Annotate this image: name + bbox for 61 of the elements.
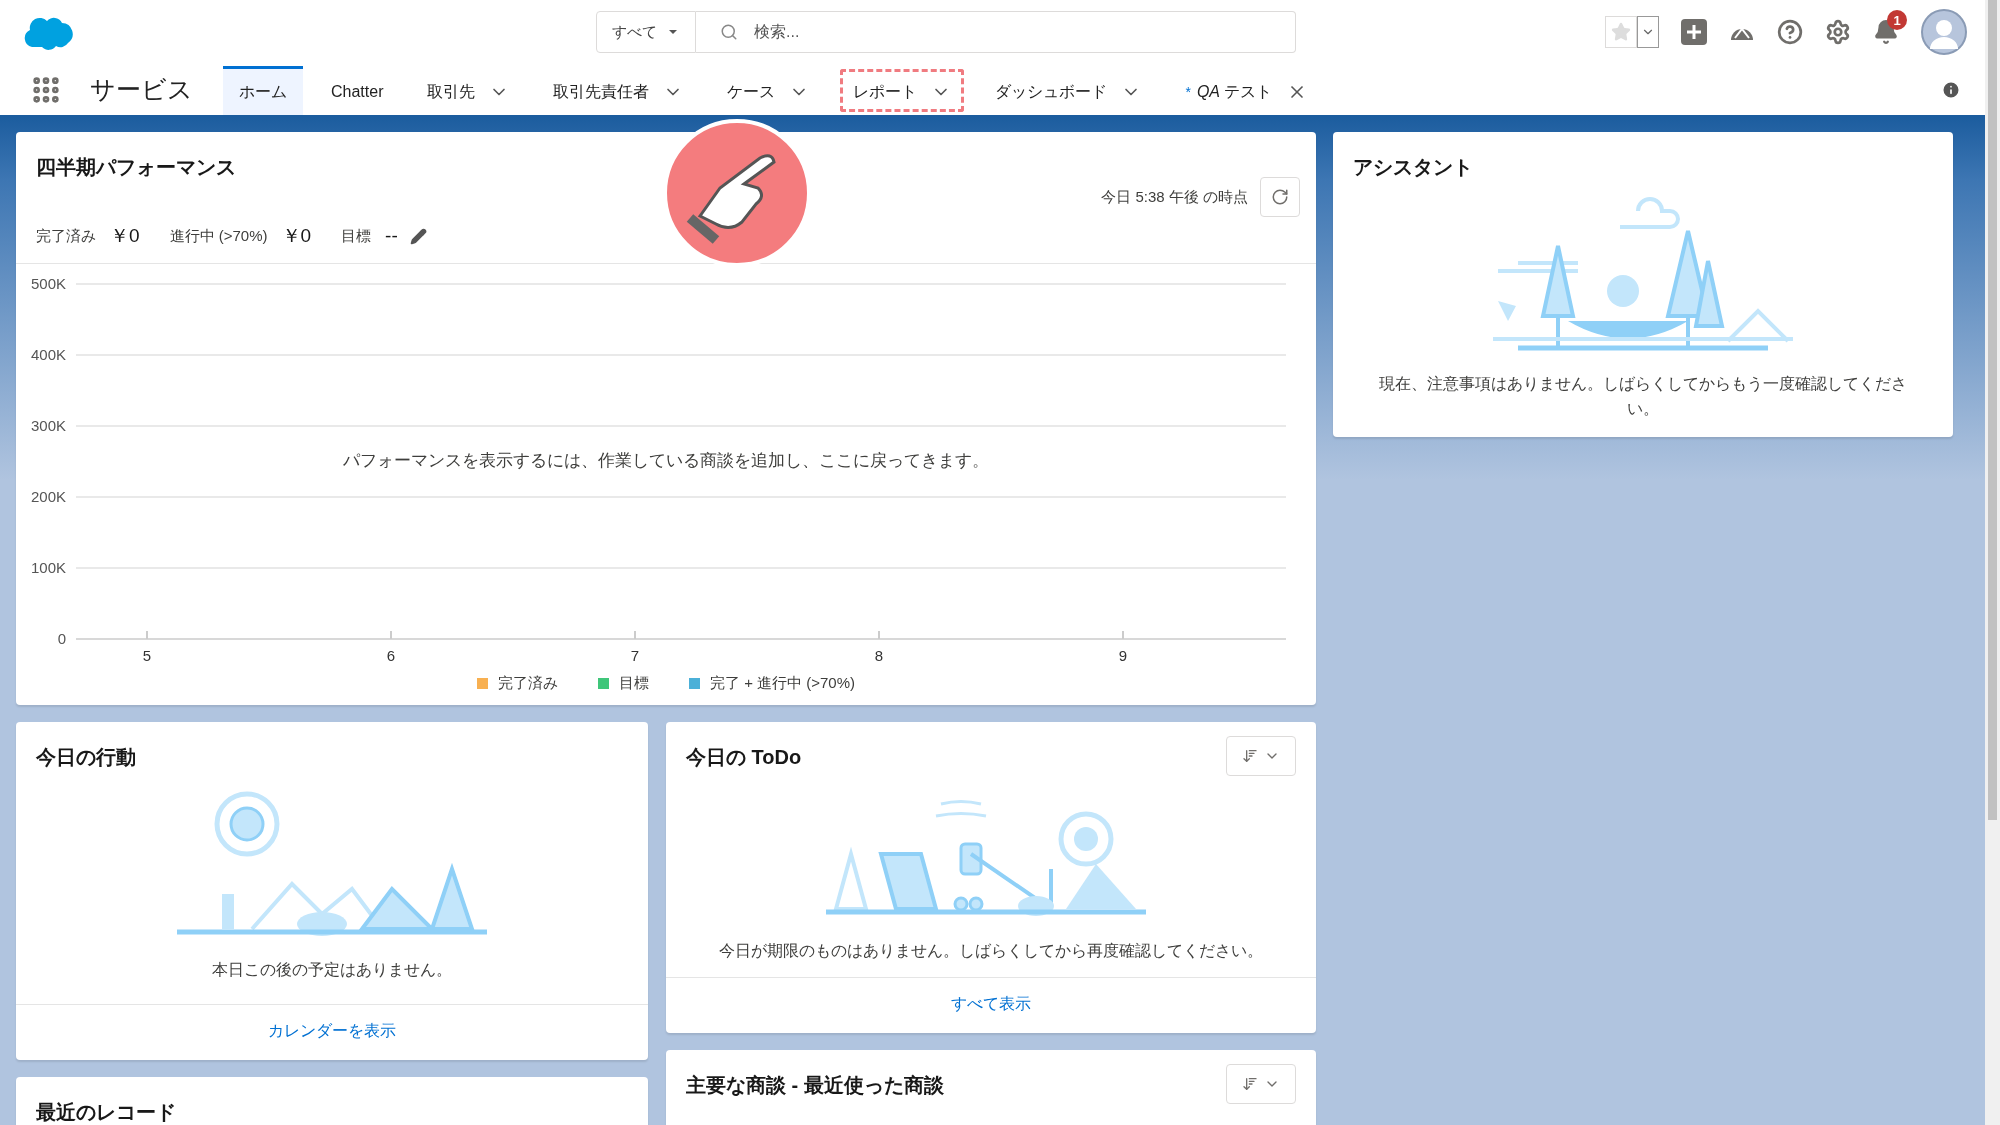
metric-label: 完了済み bbox=[36, 226, 96, 246]
view-all-link[interactable]: すべて表示 bbox=[951, 994, 1031, 1015]
nav-tab[interactable]: Chatter bbox=[315, 66, 400, 115]
axis-label: 200K bbox=[30, 488, 66, 505]
metric-value: ￥0 bbox=[110, 224, 140, 248]
card-title: 主要な商談 - 最近使った商談 bbox=[685, 1073, 945, 1098]
card-title: 今日の ToDo bbox=[685, 745, 803, 770]
nav-tab[interactable]: ダッシュボード bbox=[979, 66, 1158, 115]
axis-label: 6 bbox=[386, 647, 396, 664]
axis-label: 7 bbox=[630, 647, 640, 664]
nav-tab[interactable]: ケース bbox=[711, 66, 826, 115]
search-field[interactable]: 検索... bbox=[696, 11, 1296, 53]
refresh-icon bbox=[1271, 188, 1289, 206]
sort-icon bbox=[1242, 748, 1258, 764]
axis-label: 9 bbox=[1118, 647, 1128, 664]
card-title: 今日の行動 bbox=[35, 745, 137, 770]
legend-label: 完了済み bbox=[497, 674, 558, 693]
help-icon[interactable] bbox=[1777, 19, 1803, 45]
axis-label: 5 bbox=[142, 647, 152, 664]
app-name: サービス bbox=[90, 74, 193, 105]
notifications-button[interactable]: 1 bbox=[1873, 10, 1907, 45]
nav-tab[interactable]: ホーム bbox=[223, 66, 303, 115]
star-icon bbox=[1611, 22, 1631, 42]
refresh-button[interactable] bbox=[1260, 177, 1300, 217]
info-icon[interactable] bbox=[1941, 79, 1961, 100]
pencil-icon[interactable] bbox=[409, 227, 427, 245]
axis-label: 300K bbox=[30, 417, 66, 434]
card-title: 最近のレコード bbox=[35, 1100, 177, 1125]
metric-value: -- bbox=[385, 225, 398, 247]
avatar[interactable] bbox=[1921, 9, 1967, 55]
nav-tab[interactable]: 取引先 bbox=[411, 66, 526, 115]
view-calendar-link[interactable]: カレンダーを表示 bbox=[268, 1021, 396, 1042]
axis-label: 0 bbox=[57, 630, 66, 647]
nav-tab[interactable]: レポート bbox=[837, 66, 968, 115]
axis-label: 8 bbox=[874, 647, 884, 664]
empty-message: 今日が期限のものはありません。しばらくしてから再度確認してください。 bbox=[718, 941, 1264, 961]
search-icon bbox=[720, 23, 738, 41]
metric-label: 進行中 (>70%) bbox=[169, 226, 268, 246]
empty-message: 本日この後の予定はありません。 bbox=[211, 960, 453, 980]
favorites-menu-button[interactable] bbox=[1637, 16, 1659, 48]
legend-label: 完了 + 進行中 (>70%) bbox=[709, 674, 855, 693]
notification-count: 1 bbox=[1887, 10, 1907, 30]
nav-tab[interactable]: * QA テスト bbox=[1169, 66, 1323, 115]
card-title: アシスタント bbox=[1352, 155, 1474, 180]
plus-icon bbox=[1681, 19, 1707, 45]
legend-label: 目標 bbox=[618, 674, 649, 693]
as-of-time: 今日 5:38 午後 の時点 bbox=[1101, 187, 1248, 207]
search-scope-dropdown[interactable]: すべて bbox=[596, 11, 696, 53]
axis-label: 400K bbox=[30, 346, 66, 363]
card-title: 四半期パフォーマンス bbox=[35, 155, 237, 180]
metric-value: ￥0 bbox=[281, 224, 312, 248]
scrollbar[interactable] bbox=[1985, 0, 2000, 1125]
settings-icon[interactable] bbox=[1825, 19, 1851, 45]
add-button[interactable] bbox=[1681, 19, 1707, 45]
empty-message: 現在、注意事項はありません。しばらくしてからもう一度確認してください。 bbox=[1378, 374, 1908, 419]
nav-tab[interactable]: 取引先責任者 bbox=[537, 66, 700, 115]
axis-label: 500K bbox=[30, 275, 66, 292]
axis-label: 100K bbox=[30, 559, 66, 576]
sort-icon bbox=[1242, 1076, 1258, 1092]
metric-label: 目標 bbox=[341, 226, 372, 246]
empty-chart-message: パフォーマンスを表示するには、作業している商談を追加し、ここに戻ってきます。 bbox=[343, 450, 989, 472]
